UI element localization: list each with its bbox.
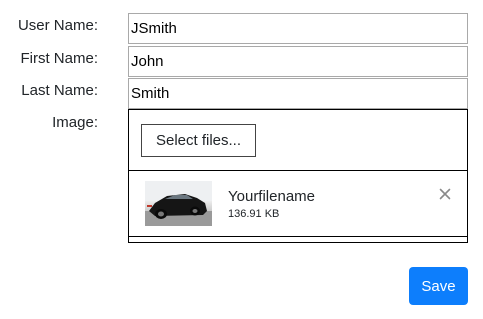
firstname-field[interactable]: John <box>128 46 468 77</box>
save-button[interactable]: Save <box>409 267 468 305</box>
username-field[interactable]: JSmith <box>128 13 468 44</box>
lastname-field[interactable]: Smith <box>128 78 468 109</box>
file-size: 136.91 KB <box>228 208 280 220</box>
firstname-label: First Name: <box>20 50 98 67</box>
image-label: Image: <box>52 114 98 131</box>
select-files-button[interactable]: Select files... <box>141 124 256 157</box>
file-thumbnail <box>145 181 212 226</box>
file-upload: Select files... Yourfilename 136.91 KB <box>128 109 468 243</box>
car-photo-icon <box>145 181 212 226</box>
close-icon <box>439 188 451 200</box>
upload-bottom-divider <box>129 236 467 237</box>
lastname-label: Last Name: <box>21 82 98 99</box>
username-label: User Name: <box>17 17 98 34</box>
upload-divider <box>129 170 467 171</box>
file-name: Yourfilename <box>228 188 316 205</box>
remove-file-button[interactable] <box>437 186 453 202</box>
